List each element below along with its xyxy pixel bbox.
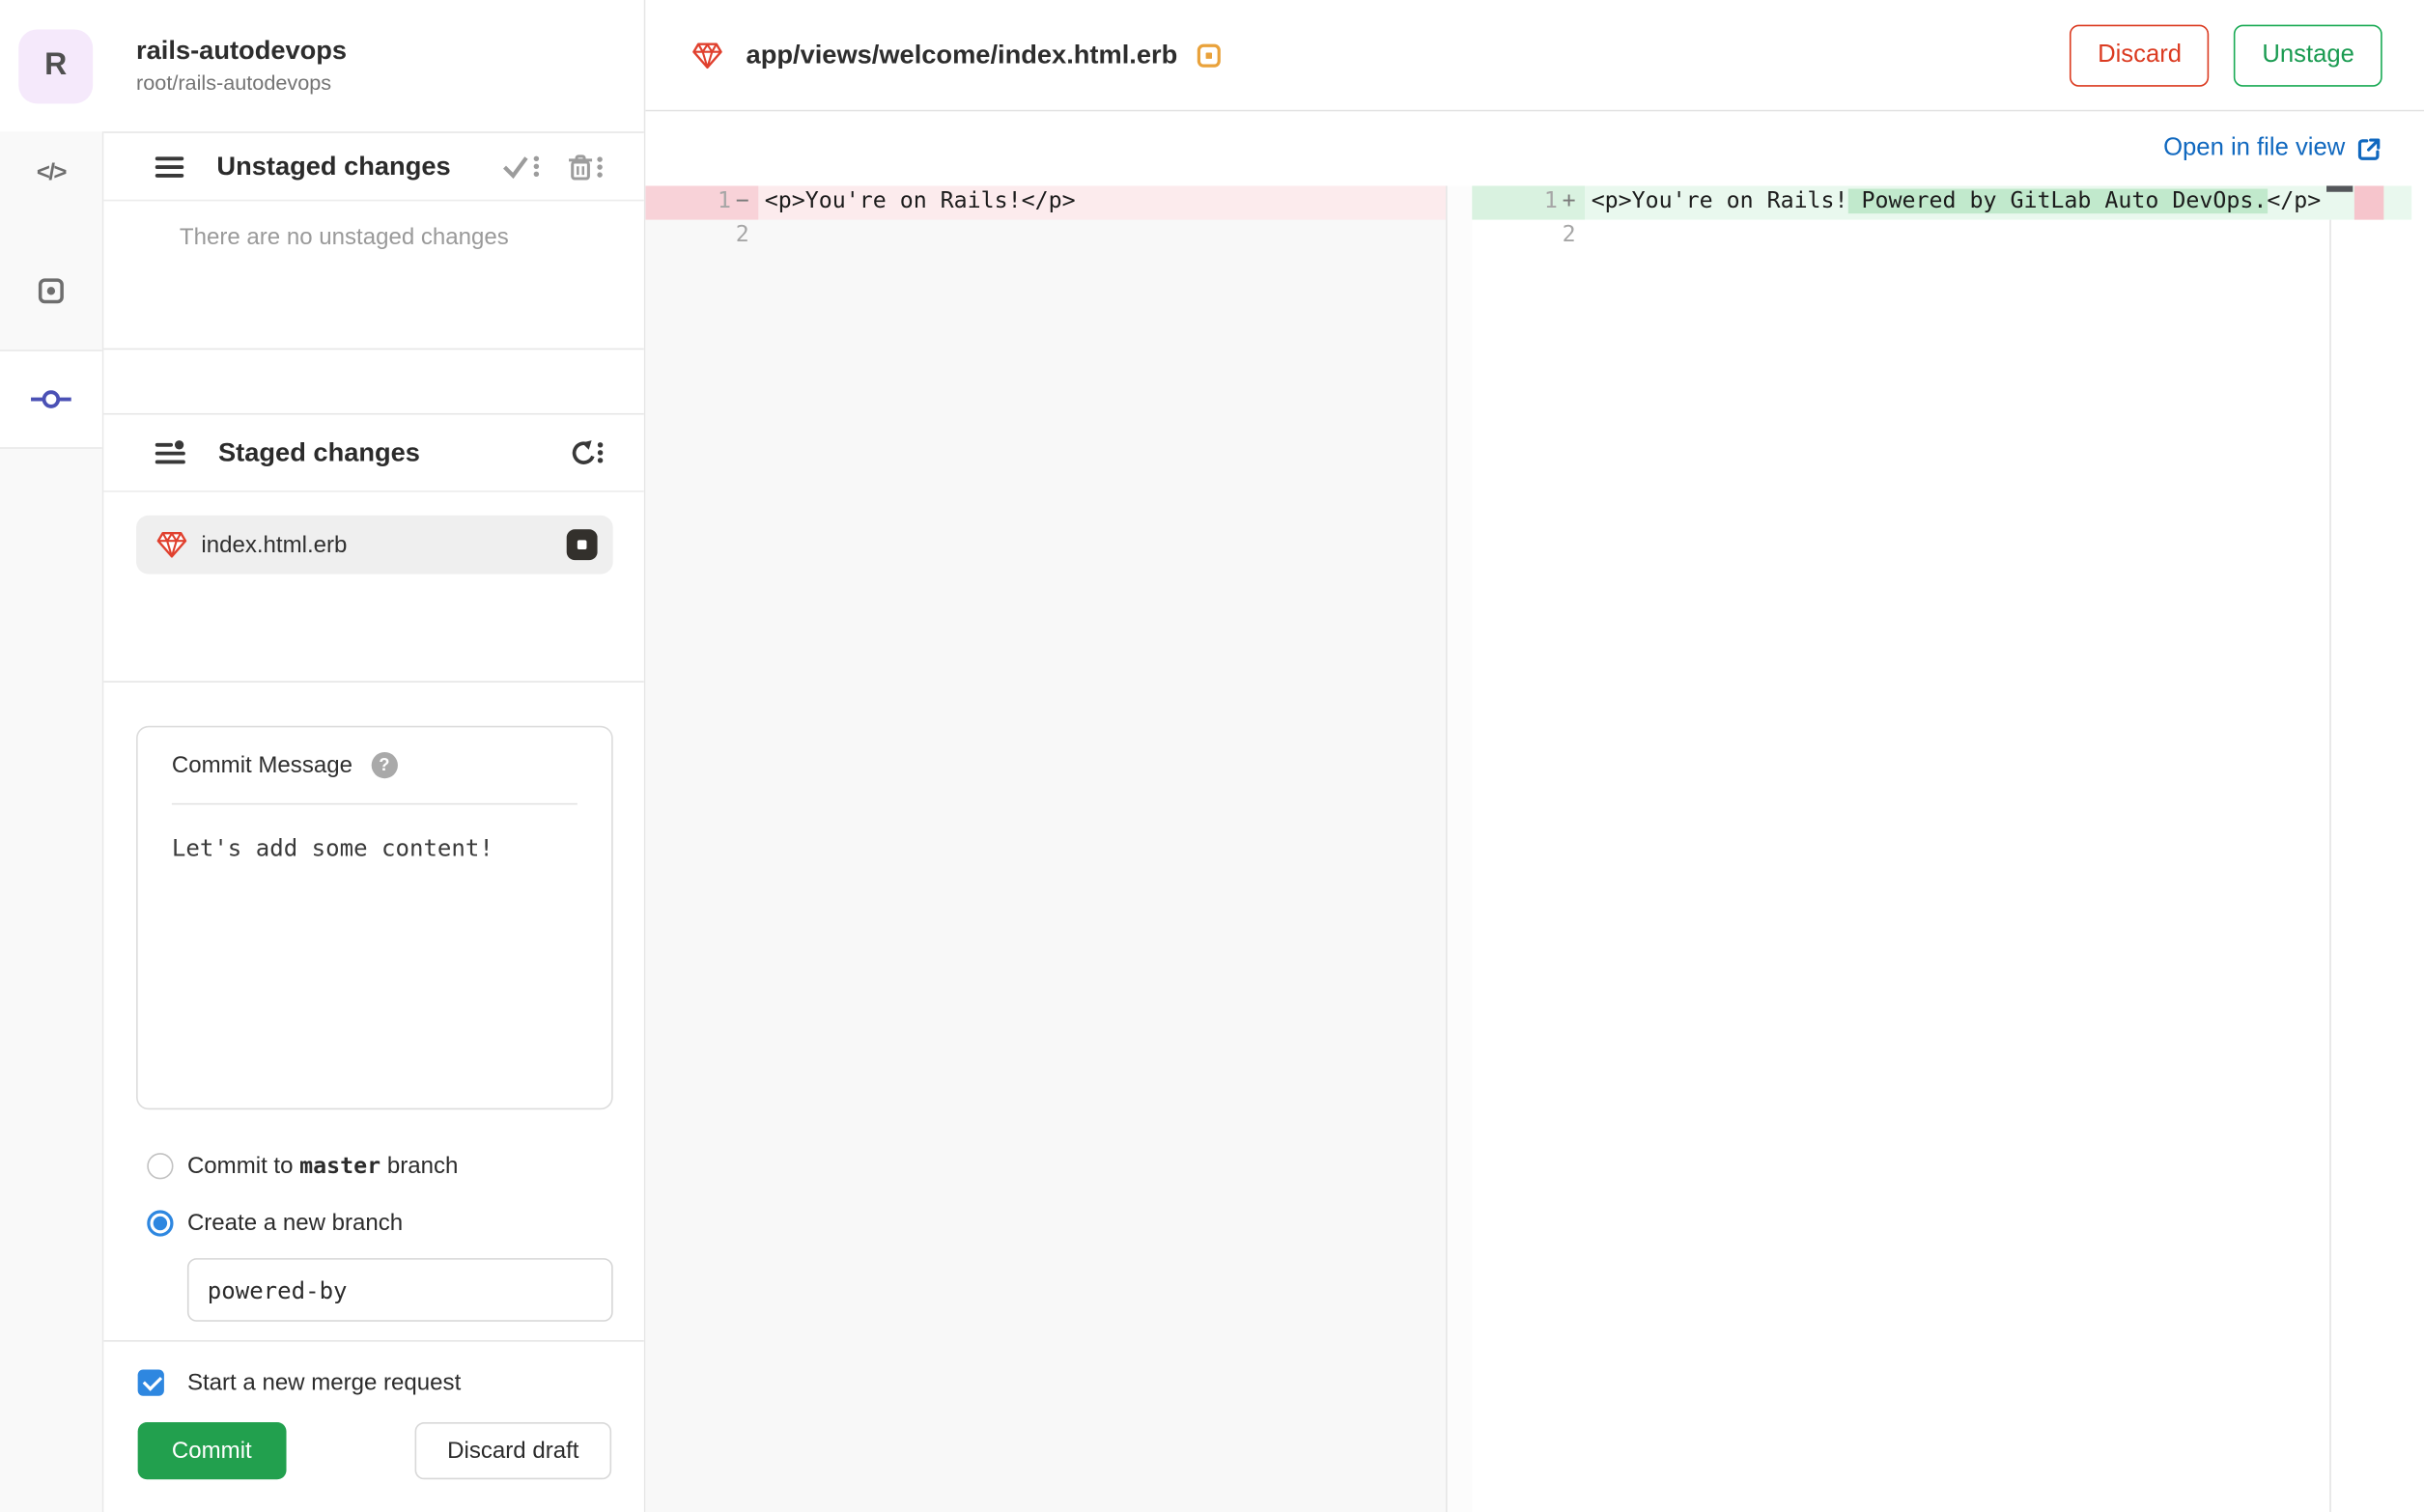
commit-to-master-radio[interactable] — [147, 1152, 174, 1179]
new-branch-name-input[interactable] — [186, 1258, 613, 1322]
left-column: R rails-autodevops root/rails-autodevops… — [0, 0, 646, 1512]
staged-list-icon — [155, 440, 185, 464]
edit-code-icon[interactable]: </> — [0, 159, 102, 185]
unstaged-empty-message: There are no unstaged changes — [179, 224, 509, 251]
editor-ruler — [2329, 218, 2331, 1512]
removed-line: 1− <p>You're on Rails!</p> — [645, 185, 1447, 219]
commit-button[interactable]: Commit — [137, 1421, 286, 1480]
commit-icon — [31, 390, 71, 408]
commit-to-master-option: Commit to master branch — [147, 1147, 625, 1184]
ruby-file-icon — [692, 42, 722, 69]
inserted-text-highlight: Powered by GitLab Auto DevOps. — [1847, 188, 2268, 214]
project-path: root/rails-autodevops — [136, 70, 332, 95]
line-number: 2 — [1562, 222, 1576, 247]
commit-actions: Commit Discard draft — [137, 1421, 612, 1480]
side-by-side-diff: 1− <p>You're on Rails!</p> 2 1 + <p>You'r… — [645, 185, 2424, 1512]
stage-all-icon[interactable] — [501, 154, 540, 180]
unstage-all-icon[interactable] — [565, 439, 604, 465]
line-number: 2 — [735, 222, 749, 247]
empty-line: 2 — [1472, 219, 2411, 252]
help-icon[interactable]: ? — [371, 751, 398, 779]
diff-area: app/views/welcome/index.html.erb Discard… — [645, 0, 2424, 1512]
project-header: R rails-autodevops root/rails-autodevops — [0, 0, 644, 131]
staged-section-title: Staged changes — [217, 436, 420, 467]
web-ide-window: R rails-autodevops root/rails-autodevops… — [0, 0, 2424, 1512]
discard-all-icon[interactable] — [565, 153, 604, 181]
added-line: 1 + <p>You're on Rails! Powered by GitLab… — [1472, 185, 2412, 219]
staged-section-header[interactable]: Staged changes — [103, 412, 644, 492]
file-view-link-row: Open in file view — [645, 111, 2424, 186]
removed-line-code: <p>You're on Rails!</p> — [758, 185, 1447, 219]
unstaged-list-icon — [155, 155, 184, 178]
merge-request-checkbox[interactable] — [137, 1368, 164, 1395]
added-line-code: <p>You're on Rails! Powered by GitLab Au… — [1585, 185, 2412, 219]
create-branch-label: Create a new branch — [186, 1209, 404, 1236]
discard-file-button[interactable]: Discard — [2070, 23, 2210, 86]
added-line-gutter: 1 + — [1472, 185, 1586, 219]
commit-panel: Unstaged changes There are no unstaged c… — [103, 131, 644, 1512]
staged-file-row[interactable]: index.html.erb — [136, 515, 613, 574]
section-divider — [103, 348, 644, 350]
diff-modified-pane: 1 + <p>You're on Rails! Powered by GitLab… — [1472, 185, 2424, 1512]
removed-line-gutter: 1− — [645, 185, 759, 219]
project-meta: rails-autodevops root/rails-autodevops — [136, 34, 347, 98]
ruby-file-icon — [156, 531, 187, 558]
activity-rail: </> — [0, 131, 104, 1512]
staged-modified-badge — [566, 529, 598, 561]
master-branch-name: master — [299, 1153, 381, 1179]
diff-file-path: app/views/welcome/index.html.erb — [746, 39, 1178, 70]
overview-deletion-mark — [2354, 185, 2384, 219]
empty-line: 2 — [645, 219, 1446, 252]
diff-file-header: app/views/welcome/index.html.erb Discard… — [645, 0, 2424, 112]
unstaged-section-title: Unstaged changes — [216, 151, 451, 181]
commit-message-label: Commit Message — [171, 751, 352, 779]
discard-draft-button[interactable]: Discard draft — [414, 1421, 612, 1480]
staged-file-name: index.html.erb — [201, 531, 348, 558]
left-body: </> Unstaged changes There are no unstag… — [0, 131, 644, 1512]
diff-original-pane: 1− <p>You're on Rails!</p> 2 — [645, 185, 1473, 1512]
create-branch-option: Create a new branch — [147, 1204, 625, 1241]
commit-tab-active[interactable] — [0, 350, 102, 449]
original-overview-ruler — [1446, 185, 1473, 1512]
merge-request-option: Start a new merge request — [137, 1365, 626, 1399]
external-link-icon — [2357, 137, 2381, 160]
file-changed-icon — [1197, 42, 1221, 67]
project-title: rails-autodevops — [136, 35, 348, 66]
project-avatar: R — [18, 28, 94, 103]
unstaged-section-header[interactable]: Unstaged changes — [103, 131, 644, 202]
commit-to-master-label: Commit to master branch — [186, 1152, 459, 1179]
scrollbar-handle[interactable] — [2326, 185, 2354, 191]
form-divider — [103, 1340, 644, 1342]
merge-request-label: Start a new merge request — [186, 1368, 462, 1395]
review-icon[interactable] — [36, 275, 67, 314]
create-branch-radio[interactable] — [147, 1209, 174, 1236]
commit-message-card: Commit Message ? Let's add some content! — [136, 725, 613, 1110]
unstage-file-button[interactable]: Unstage — [2234, 23, 2382, 86]
commit-message-input[interactable]: Let's add some content! — [138, 804, 611, 891]
open-in-file-view-link[interactable]: Open in file view — [2163, 134, 2382, 162]
section-divider — [103, 681, 644, 683]
